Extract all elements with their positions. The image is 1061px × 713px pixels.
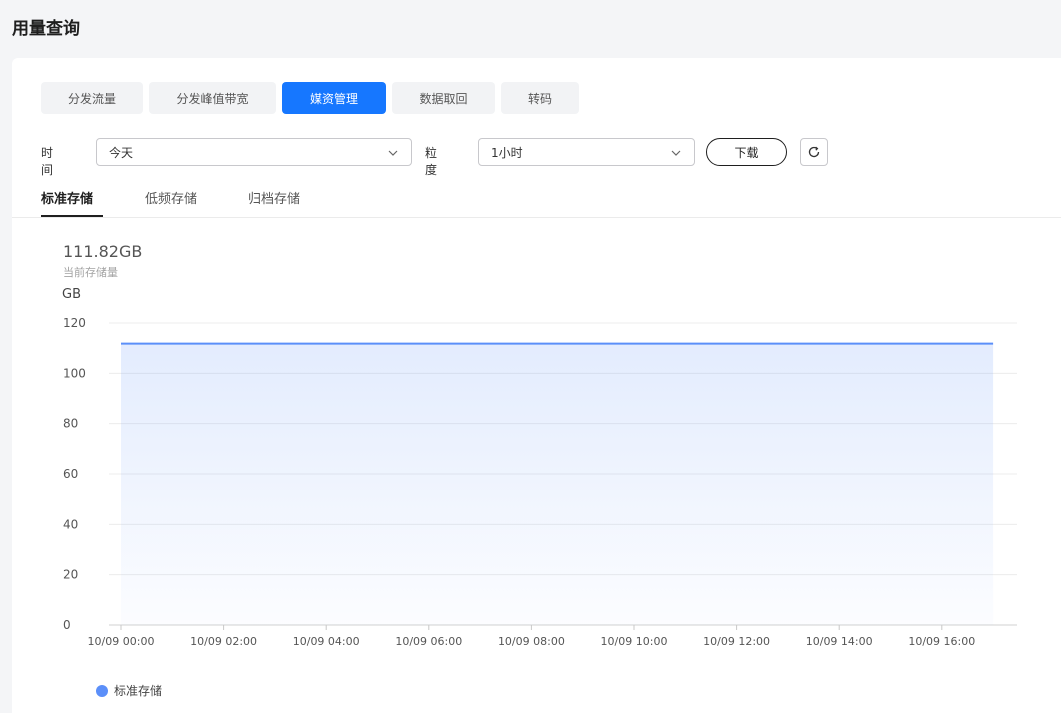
x-tick-label: 10/09 04:00 [293, 635, 360, 648]
x-tick-label: 10/09 16:00 [908, 635, 975, 648]
y-tick-label: 0 [63, 618, 71, 632]
x-tick-label: 10/09 08:00 [498, 635, 565, 648]
x-tick-label: 10/09 02:00 [190, 635, 257, 648]
legend-dot [96, 684, 108, 697]
series-area [121, 343, 994, 625]
legend-label: 标准存储 [114, 684, 163, 698]
x-tick-label: 10/09 12:00 [703, 635, 770, 648]
x-tick-label: 10/09 14:00 [806, 635, 873, 648]
page-title: 用量查询 [12, 19, 80, 39]
y-tick-label: 80 [63, 417, 78, 431]
usage-card: 分发流量 分发峰值带宽 媒资管理 数据取回 转码 时间 今天 粒度 1小时 下载 [12, 58, 1061, 713]
y-tick-label: 20 [63, 568, 78, 582]
storage-chart: 0 20 40 60 80 100 120 10/09 00:00 10/09 02:00 10/… [63, 316, 1017, 648]
chart-legend: 标准存储 [96, 682, 162, 699]
y-tick-label: 60 [63, 467, 78, 481]
x-tick-label: 10/09 10:00 [601, 635, 668, 648]
x-tick-label: 10/09 00:00 [88, 635, 155, 648]
y-tick-label: 40 [63, 517, 78, 531]
y-tick-label: 100 [63, 366, 86, 380]
y-tick-label: 120 [63, 316, 86, 330]
x-tick-label: 10/09 06:00 [395, 635, 462, 648]
